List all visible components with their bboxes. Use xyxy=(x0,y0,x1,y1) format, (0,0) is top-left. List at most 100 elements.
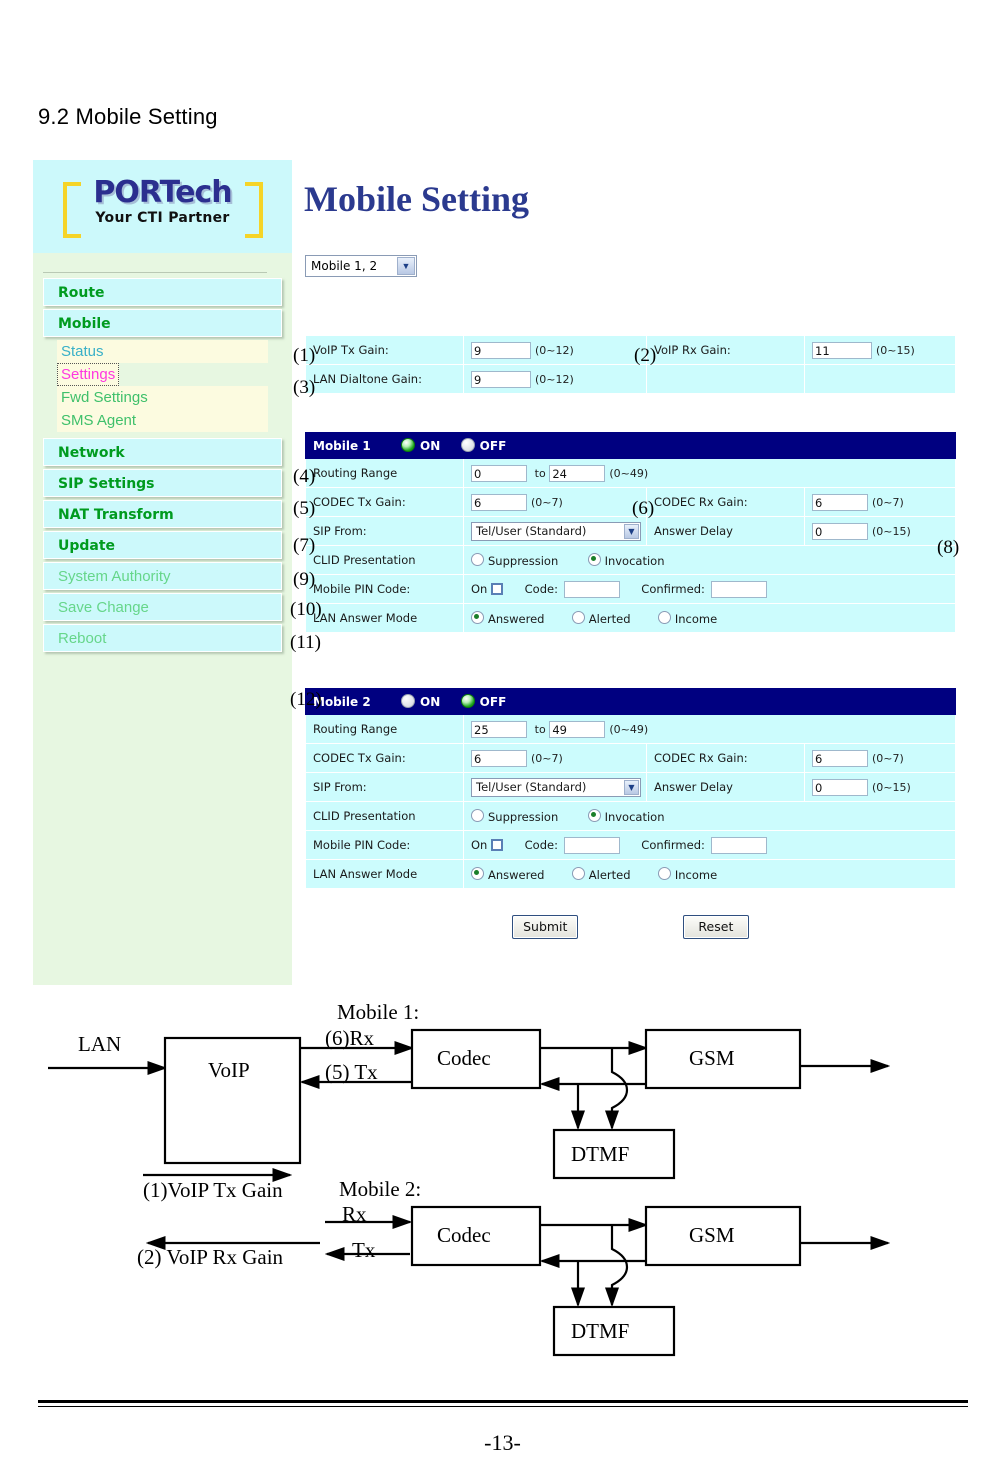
footer-rule-thick xyxy=(38,1400,968,1403)
mobile2-routing-to-input[interactable]: 49 xyxy=(549,720,606,738)
m1-tx-label: (5) Tx xyxy=(325,1060,378,1084)
chevron-down-icon[interactable]: ▼ xyxy=(397,257,415,275)
mobile2-answer-delay-input[interactable]: 0 xyxy=(812,778,868,796)
mobile1-off-radio[interactable] xyxy=(460,438,475,452)
mobile1-lan-answer-label: LAN Answer Mode xyxy=(305,603,464,633)
content-heading: Mobile Setting xyxy=(304,179,529,219)
mobile2-routing-from-input[interactable]: 25 xyxy=(471,720,527,738)
page-number: -13- xyxy=(484,1430,521,1455)
mobile1-answer-delay-range: (0~15) xyxy=(872,524,911,538)
table-row: Mobile PIN Code: On Code: Confirmed: xyxy=(305,574,956,604)
table-row: LAN Answer Mode Answered Alerted Income xyxy=(305,603,956,633)
chevron-down-icon: ▼ xyxy=(624,779,639,795)
logo-tagline: Your CTI Partner xyxy=(95,209,230,226)
sidebar-item-mobile[interactable]: Mobile xyxy=(43,309,282,337)
mobile2-pin-confirm-input[interactable] xyxy=(710,836,767,854)
m1-rx-label: (6)Rx xyxy=(325,1026,374,1050)
mobile2-off-radio[interactable] xyxy=(460,694,475,708)
mobile1-codec-rx-input[interactable]: 6 xyxy=(812,493,868,511)
mobile2-codec-rx-range: (0~7) xyxy=(872,751,904,765)
mobile1-header-row: Mobile 1 ON OFF xyxy=(305,432,956,459)
table-row: Mobile PIN Code: On Code: Confirmed: xyxy=(305,830,956,860)
lan-dialtone-gain-input[interactable]: 9 xyxy=(471,370,531,388)
mobile2-header-row: Mobile 2 ON OFF xyxy=(305,688,956,715)
mobile2-lan-answered-radio[interactable] xyxy=(471,866,484,880)
mobile1-codec-tx-input[interactable]: 6 xyxy=(471,493,527,511)
mobile2-pin-cell: On Code: Confirmed: xyxy=(463,830,956,860)
mobile1-lan-income-label: Income xyxy=(674,611,718,626)
mobile2-on-radio[interactable] xyxy=(401,694,416,708)
sidebar-item-reboot[interactable]: Reboot xyxy=(43,624,282,652)
mobile1-header-cell: Mobile 1 ON OFF xyxy=(305,432,956,459)
sidebar-item-fwd-settings[interactable]: Fwd Settings xyxy=(57,386,268,409)
signal-flow-diagram: LAN VoIP Mobile 1: (6)Rx (5) Tx Codec GS… xyxy=(0,990,1005,1380)
sidebar-item-sms-agent[interactable]: SMS Agent xyxy=(57,409,268,432)
mobile1-routing-range-hint: (0~49) xyxy=(609,466,649,480)
mobile1-clid-invocation-radio[interactable] xyxy=(587,552,601,566)
m2-tx-label: Tx xyxy=(352,1238,376,1262)
mobile-select-dropdown[interactable]: Mobile 1, 2 ▼ xyxy=(305,255,417,277)
mobile2-codec-tx-input[interactable]: 6 xyxy=(471,749,527,767)
mobile2-lan-income-radio[interactable] xyxy=(657,866,671,880)
sidebar-item-system-authority[interactable]: System Authority xyxy=(43,562,282,590)
sidebar: PORTech Your CTI Partner Route Mobile St… xyxy=(33,160,293,985)
codec1-box-label: Codec xyxy=(437,1046,491,1070)
mobile1-answer-delay-input[interactable]: 0 xyxy=(812,522,868,540)
callout-5: (5) xyxy=(293,498,316,519)
mobile1-routing-from-input[interactable]: 0 xyxy=(471,464,527,482)
mobile2-routing-range-cell: 25 to 49 (0~49) xyxy=(463,714,956,744)
mobile2-header-cell: Mobile 2 ON OFF xyxy=(305,688,956,715)
mobile1-routing-to-input[interactable]: 24 xyxy=(549,464,606,482)
mobile2-answer-delay-range: (0~15) xyxy=(872,780,911,794)
mobile1-lan-answered-radio[interactable] xyxy=(471,610,484,624)
mobile1-routing-range-cell: 0 to 24 (0~49) xyxy=(463,458,956,488)
mobile1-codec-rx-label: CODEC Rx Gain: xyxy=(646,487,805,517)
chevron-down-icon: ▼ xyxy=(624,523,639,539)
mobile2-clid-invocation-radio[interactable] xyxy=(587,808,601,822)
footer-rule-thin xyxy=(38,1406,968,1407)
mobile1-diagram-title: Mobile 1: xyxy=(337,1000,420,1024)
mobile1-clid-suppression-radio[interactable] xyxy=(471,552,484,566)
mobile2-pin-code-input[interactable] xyxy=(563,836,620,854)
voip-rx-gain-input[interactable]: 11 xyxy=(812,341,872,359)
mobile2-lan-alerted-radio[interactable] xyxy=(571,866,585,880)
sidebar-item-status[interactable]: Status xyxy=(57,340,268,363)
mobile2-clid-suppression-radio[interactable] xyxy=(471,808,484,822)
mobile2-lan-answered-label: Answered xyxy=(488,867,545,882)
mobile1-on-radio[interactable] xyxy=(401,438,416,452)
sidebar-item-network[interactable]: Network xyxy=(43,438,282,466)
sidebar-item-sip-settings[interactable]: SIP Settings xyxy=(43,469,282,497)
mobile2-clid-invocation-label: Invocation xyxy=(604,809,665,824)
table-row: SIP From: Tel/User (Standard) ▼ Answer D… xyxy=(305,772,956,802)
mobile1-sip-from-select[interactable]: Tel/User (Standard) ▼ xyxy=(471,521,641,541)
mobile1-pin-code-input[interactable] xyxy=(563,580,620,598)
mobile2-pin-on-checkbox[interactable] xyxy=(491,838,504,851)
callout-10: (10) xyxy=(290,599,322,620)
mobile1-pin-confirm-input[interactable] xyxy=(710,580,767,598)
mobile1-pin-on-checkbox[interactable] xyxy=(491,582,504,595)
mobile2-sip-from-select[interactable]: Tel/User (Standard) ▼ xyxy=(471,777,641,797)
sidebar-item-nat-transform[interactable]: NAT Transform xyxy=(43,500,282,528)
mobile2-pin-label: Mobile PIN Code: xyxy=(305,830,464,860)
mobile1-lan-income-radio[interactable] xyxy=(657,610,671,624)
mobile1-lan-alerted-radio[interactable] xyxy=(571,610,585,624)
mobile1-title: Mobile 1 xyxy=(313,439,371,453)
mobile2-codec-tx-cell: 6 (0~7) xyxy=(463,743,647,773)
voip-tx-gain-input[interactable]: 9 xyxy=(471,341,531,359)
voip-rx-gain-range: (0~15) xyxy=(876,343,915,357)
sidebar-item-settings[interactable]: Settings xyxy=(57,363,120,386)
reset-button[interactable]: Reset xyxy=(682,915,749,939)
submit-button[interactable]: Submit xyxy=(512,915,579,939)
mobile2-codec-rx-input[interactable]: 6 xyxy=(812,749,868,767)
sidebar-item-save-change[interactable]: Save Change xyxy=(43,593,282,621)
callout-3: (3) xyxy=(293,377,316,398)
sidebar-divider xyxy=(43,272,267,273)
mobile1-on-label: ON xyxy=(420,439,441,453)
voip-tx-gain-cell: 9 (0~12) xyxy=(463,335,647,365)
sidebar-item-route[interactable]: Route xyxy=(43,278,282,306)
mobile2-answer-delay-label: Answer Delay xyxy=(646,772,805,802)
sidebar-item-update[interactable]: Update xyxy=(43,531,282,559)
voip-rx-gain-label: VoIP Rx Gain: xyxy=(646,335,805,365)
mobile2-settings-table: Mobile 2 ON OFF Routing Range 25 to 49 (0… xyxy=(305,688,956,889)
mobile1-answer-delay-label: Answer Delay xyxy=(646,516,805,546)
